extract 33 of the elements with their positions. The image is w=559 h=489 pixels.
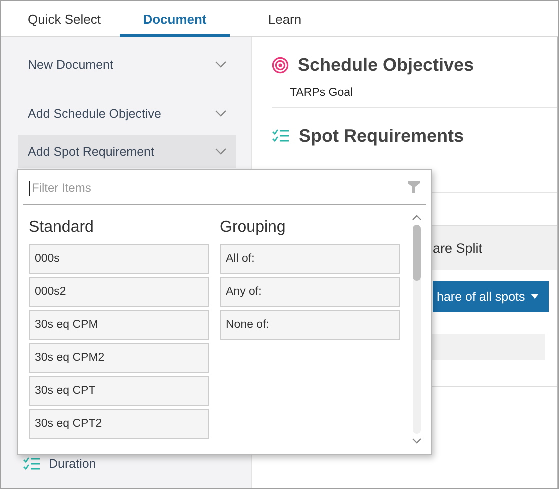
section-title: Spot Requirements xyxy=(299,126,464,146)
card-header-text: are Split xyxy=(433,240,483,256)
checklist-icon xyxy=(23,457,41,471)
sidebar-item[interactable]: New Document xyxy=(18,48,236,81)
list-item[interactable]: None of: xyxy=(220,310,400,340)
list-item[interactable]: 30s eq CPT xyxy=(29,376,209,406)
filter-icon[interactable] xyxy=(408,181,420,193)
tab[interactable]: Quick Select xyxy=(9,1,120,37)
target-icon xyxy=(272,56,289,74)
tab[interactable]: Learn xyxy=(230,1,340,37)
list-item[interactable]: All of: xyxy=(220,244,400,274)
list-item[interactable]: 000s2 xyxy=(29,277,209,307)
column-heading: Standard xyxy=(29,219,95,238)
objective-row[interactable]: TARPs Goal xyxy=(272,79,557,108)
list-item[interactable]: 30s eq CPM xyxy=(29,310,209,340)
chevron-down-icon xyxy=(215,61,227,68)
sidebar-item[interactable]: Add Spot Requirement xyxy=(18,135,236,168)
chevron-down-icon xyxy=(215,148,227,155)
scroll-up-icon[interactable] xyxy=(412,215,422,221)
column-heading: Grouping xyxy=(220,219,287,238)
sidebar-item-label[interactable]: Duration xyxy=(49,457,96,471)
list-item[interactable]: 000s xyxy=(29,244,209,274)
scrollbar-thumb[interactable] xyxy=(413,225,421,281)
sidebar-item[interactable]: Add Schedule Objective xyxy=(18,97,236,130)
list-item[interactable]: Any of: xyxy=(220,277,400,307)
list-item[interactable]: 30s eq CPT2 xyxy=(29,409,209,439)
dropdown-button[interactable]: hare of all spots xyxy=(433,281,550,312)
checklist-icon xyxy=(272,129,290,143)
section-title: Schedule Objectives xyxy=(298,54,474,76)
list-item[interactable]: 30s eq CPM2 xyxy=(29,343,209,373)
chevron-down-icon xyxy=(215,110,227,117)
caret-icon xyxy=(531,294,540,299)
scroll-down-icon[interactable] xyxy=(412,438,422,444)
